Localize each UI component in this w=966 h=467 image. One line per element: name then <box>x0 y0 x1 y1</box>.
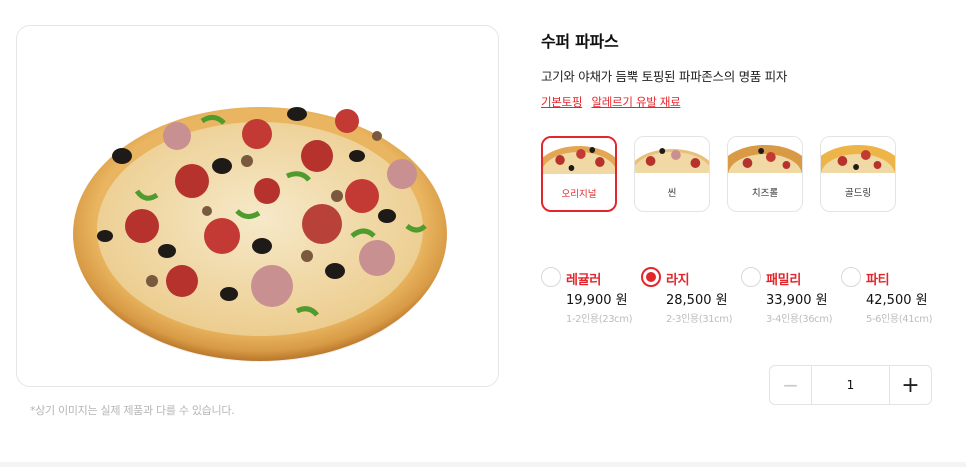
pizza-image <box>73 107 447 362</box>
size-radio[interactable] <box>541 267 561 287</box>
allergen-link[interactable]: 알레르기 유발 재료 <box>591 95 680 109</box>
plus-icon[interactable]: + <box>890 366 931 404</box>
size-serving: 3-4인용(36cm) <box>766 314 833 325</box>
dough-label: 오리지널 <box>561 189 597 200</box>
size-serving: 5-6인용(41cm) <box>866 314 933 325</box>
size-price: 19,900 원 <box>566 293 628 308</box>
size-serving: 1-2인용(23cm) <box>566 314 633 325</box>
section-divider <box>0 462 966 467</box>
size-price: 33,900 원 <box>766 293 828 308</box>
size-price: 42,500 원 <box>866 293 928 308</box>
basic-topping-link[interactable]: 기본토핑 <box>541 95 582 109</box>
dough-label: 골드링 <box>844 188 872 199</box>
product-links: 기본토핑 알레르기 유발 재료 <box>541 94 686 110</box>
size-radio[interactable] <box>741 267 761 287</box>
dough-label: 치즈롤 <box>751 188 779 199</box>
size-name: 패밀리 <box>766 273 801 288</box>
dough-label: 씬 <box>667 188 677 199</box>
size-price: 28,500 원 <box>666 293 728 308</box>
product-image-panel <box>16 25 499 387</box>
dough-thumbnail <box>635 137 709 173</box>
dough-option-original[interactable]: 오리지널 <box>541 136 617 212</box>
product-description: 고기와 야채가 듬뿍 토핑된 파파존스의 명품 피자 <box>541 69 788 84</box>
product-title: 수퍼 파파스 <box>541 32 619 51</box>
dough-thumbnail <box>728 137 802 173</box>
image-disclaimer: *상기 이미지는 실제 제품과 다를 수 있습니다. <box>30 404 235 417</box>
dough-thumbnail <box>543 138 615 174</box>
minus-icon[interactable]: − <box>770 366 811 404</box>
quantity-stepper: − 1 + <box>769 365 932 405</box>
dough-option-gold-ring[interactable]: 골드링 <box>820 136 896 212</box>
dough-option-cheese-roll[interactable]: 치즈롤 <box>727 136 803 212</box>
size-name: 파티 <box>866 273 890 288</box>
dough-option-thin[interactable]: 씬 <box>634 136 710 212</box>
size-name: 레귤러 <box>566 273 601 288</box>
dough-options: 오리지널 씬 치즈롤 골드링 <box>541 136 896 212</box>
quantity-value[interactable]: 1 <box>811 366 890 404</box>
size-radio[interactable] <box>841 267 861 287</box>
size-name: 라지 <box>666 273 690 288</box>
size-serving: 2-3인용(31cm) <box>666 314 733 325</box>
dough-thumbnail <box>821 137 895 173</box>
size-radio[interactable] <box>641 267 661 287</box>
